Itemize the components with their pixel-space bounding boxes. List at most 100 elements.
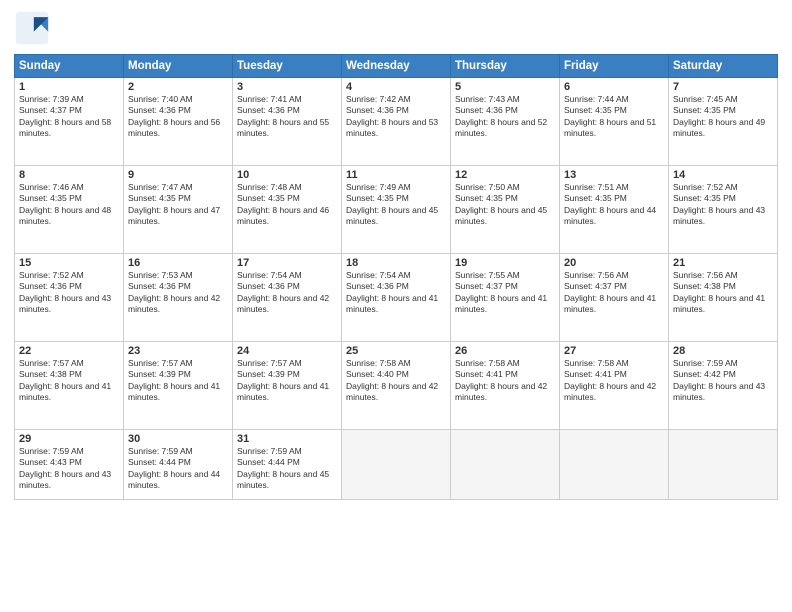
- table-row: 23Sunrise: 7:57 AMSunset: 4:39 PMDayligh…: [124, 342, 233, 430]
- table-row: 8Sunrise: 7:46 AMSunset: 4:35 PMDaylight…: [15, 166, 124, 254]
- table-row: 2Sunrise: 7:40 AMSunset: 4:36 PMDaylight…: [124, 78, 233, 166]
- day-number: 4: [346, 81, 446, 93]
- table-row: 3Sunrise: 7:41 AMSunset: 4:36 PMDaylight…: [233, 78, 342, 166]
- table-row: [560, 430, 669, 500]
- table-row: 31Sunrise: 7:59 AMSunset: 4:44 PMDayligh…: [233, 430, 342, 500]
- day-info: Sunrise: 7:59 AMSunset: 4:43 PMDaylight:…: [19, 446, 119, 492]
- weekday-header-row: Sunday Monday Tuesday Wednesday Thursday…: [15, 55, 778, 78]
- day-number: 27: [564, 345, 664, 357]
- day-info: Sunrise: 7:53 AMSunset: 4:36 PMDaylight:…: [128, 270, 228, 316]
- day-info: Sunrise: 7:54 AMSunset: 4:36 PMDaylight:…: [237, 270, 337, 316]
- day-info: Sunrise: 7:54 AMSunset: 4:36 PMDaylight:…: [346, 270, 446, 316]
- calendar: Sunday Monday Tuesday Wednesday Thursday…: [14, 54, 778, 500]
- table-row: 22Sunrise: 7:57 AMSunset: 4:38 PMDayligh…: [15, 342, 124, 430]
- logo-icon: [14, 10, 50, 46]
- table-row: 1Sunrise: 7:39 AMSunset: 4:37 PMDaylight…: [15, 78, 124, 166]
- day-info: Sunrise: 7:44 AMSunset: 4:35 PMDaylight:…: [564, 94, 664, 140]
- day-info: Sunrise: 7:57 AMSunset: 4:39 PMDaylight:…: [128, 358, 228, 404]
- table-row: 17Sunrise: 7:54 AMSunset: 4:36 PMDayligh…: [233, 254, 342, 342]
- day-number: 29: [19, 433, 119, 445]
- day-info: Sunrise: 7:58 AMSunset: 4:41 PMDaylight:…: [564, 358, 664, 404]
- day-number: 28: [673, 345, 773, 357]
- table-row: 6Sunrise: 7:44 AMSunset: 4:35 PMDaylight…: [560, 78, 669, 166]
- day-number: 17: [237, 257, 337, 269]
- day-number: 9: [128, 169, 228, 181]
- day-number: 7: [673, 81, 773, 93]
- header-saturday: Saturday: [669, 55, 778, 78]
- day-number: 10: [237, 169, 337, 181]
- table-row: 24Sunrise: 7:57 AMSunset: 4:39 PMDayligh…: [233, 342, 342, 430]
- table-row: [669, 430, 778, 500]
- header-wednesday: Wednesday: [342, 55, 451, 78]
- table-row: 12Sunrise: 7:50 AMSunset: 4:35 PMDayligh…: [451, 166, 560, 254]
- day-info: Sunrise: 7:42 AMSunset: 4:36 PMDaylight:…: [346, 94, 446, 140]
- day-number: 24: [237, 345, 337, 357]
- day-number: 5: [455, 81, 555, 93]
- header-tuesday: Tuesday: [233, 55, 342, 78]
- table-row: 7Sunrise: 7:45 AMSunset: 4:35 PMDaylight…: [669, 78, 778, 166]
- day-number: 12: [455, 169, 555, 181]
- day-info: Sunrise: 7:57 AMSunset: 4:39 PMDaylight:…: [237, 358, 337, 404]
- header-friday: Friday: [560, 55, 669, 78]
- table-row: 4Sunrise: 7:42 AMSunset: 4:36 PMDaylight…: [342, 78, 451, 166]
- day-number: 31: [237, 433, 337, 445]
- table-row: 30Sunrise: 7:59 AMSunset: 4:44 PMDayligh…: [124, 430, 233, 500]
- table-row: 20Sunrise: 7:56 AMSunset: 4:37 PMDayligh…: [560, 254, 669, 342]
- day-info: Sunrise: 7:52 AMSunset: 4:35 PMDaylight:…: [673, 182, 773, 228]
- day-number: 3: [237, 81, 337, 93]
- day-number: 8: [19, 169, 119, 181]
- day-info: Sunrise: 7:56 AMSunset: 4:37 PMDaylight:…: [564, 270, 664, 316]
- table-row: 18Sunrise: 7:54 AMSunset: 4:36 PMDayligh…: [342, 254, 451, 342]
- day-info: Sunrise: 7:43 AMSunset: 4:36 PMDaylight:…: [455, 94, 555, 140]
- day-info: Sunrise: 7:59 AMSunset: 4:44 PMDaylight:…: [128, 446, 228, 492]
- table-row: 26Sunrise: 7:58 AMSunset: 4:41 PMDayligh…: [451, 342, 560, 430]
- day-info: Sunrise: 7:39 AMSunset: 4:37 PMDaylight:…: [19, 94, 119, 140]
- header-thursday: Thursday: [451, 55, 560, 78]
- table-row: 9Sunrise: 7:47 AMSunset: 4:35 PMDaylight…: [124, 166, 233, 254]
- day-number: 18: [346, 257, 446, 269]
- day-info: Sunrise: 7:57 AMSunset: 4:38 PMDaylight:…: [19, 358, 119, 404]
- day-info: Sunrise: 7:59 AMSunset: 4:42 PMDaylight:…: [673, 358, 773, 404]
- header: [14, 10, 778, 46]
- table-row: 21Sunrise: 7:56 AMSunset: 4:38 PMDayligh…: [669, 254, 778, 342]
- table-row: [342, 430, 451, 500]
- table-row: 11Sunrise: 7:49 AMSunset: 4:35 PMDayligh…: [342, 166, 451, 254]
- day-number: 25: [346, 345, 446, 357]
- day-number: 13: [564, 169, 664, 181]
- day-info: Sunrise: 7:45 AMSunset: 4:35 PMDaylight:…: [673, 94, 773, 140]
- day-info: Sunrise: 7:41 AMSunset: 4:36 PMDaylight:…: [237, 94, 337, 140]
- day-number: 20: [564, 257, 664, 269]
- day-number: 23: [128, 345, 228, 357]
- table-row: 29Sunrise: 7:59 AMSunset: 4:43 PMDayligh…: [15, 430, 124, 500]
- day-number: 14: [673, 169, 773, 181]
- day-info: Sunrise: 7:47 AMSunset: 4:35 PMDaylight:…: [128, 182, 228, 228]
- day-number: 15: [19, 257, 119, 269]
- table-row: 25Sunrise: 7:58 AMSunset: 4:40 PMDayligh…: [342, 342, 451, 430]
- day-number: 1: [19, 81, 119, 93]
- table-row: 27Sunrise: 7:58 AMSunset: 4:41 PMDayligh…: [560, 342, 669, 430]
- day-number: 19: [455, 257, 555, 269]
- day-info: Sunrise: 7:55 AMSunset: 4:37 PMDaylight:…: [455, 270, 555, 316]
- table-row: [451, 430, 560, 500]
- day-info: Sunrise: 7:46 AMSunset: 4:35 PMDaylight:…: [19, 182, 119, 228]
- day-number: 11: [346, 169, 446, 181]
- day-number: 22: [19, 345, 119, 357]
- page: Sunday Monday Tuesday Wednesday Thursday…: [0, 0, 792, 612]
- day-number: 2: [128, 81, 228, 93]
- day-number: 6: [564, 81, 664, 93]
- day-info: Sunrise: 7:58 AMSunset: 4:41 PMDaylight:…: [455, 358, 555, 404]
- day-number: 30: [128, 433, 228, 445]
- table-row: 28Sunrise: 7:59 AMSunset: 4:42 PMDayligh…: [669, 342, 778, 430]
- header-sunday: Sunday: [15, 55, 124, 78]
- header-monday: Monday: [124, 55, 233, 78]
- day-info: Sunrise: 7:56 AMSunset: 4:38 PMDaylight:…: [673, 270, 773, 316]
- table-row: 19Sunrise: 7:55 AMSunset: 4:37 PMDayligh…: [451, 254, 560, 342]
- day-number: 16: [128, 257, 228, 269]
- table-row: 10Sunrise: 7:48 AMSunset: 4:35 PMDayligh…: [233, 166, 342, 254]
- table-row: 15Sunrise: 7:52 AMSunset: 4:36 PMDayligh…: [15, 254, 124, 342]
- day-info: Sunrise: 7:58 AMSunset: 4:40 PMDaylight:…: [346, 358, 446, 404]
- day-info: Sunrise: 7:52 AMSunset: 4:36 PMDaylight:…: [19, 270, 119, 316]
- day-info: Sunrise: 7:40 AMSunset: 4:36 PMDaylight:…: [128, 94, 228, 140]
- day-info: Sunrise: 7:50 AMSunset: 4:35 PMDaylight:…: [455, 182, 555, 228]
- table-row: 14Sunrise: 7:52 AMSunset: 4:35 PMDayligh…: [669, 166, 778, 254]
